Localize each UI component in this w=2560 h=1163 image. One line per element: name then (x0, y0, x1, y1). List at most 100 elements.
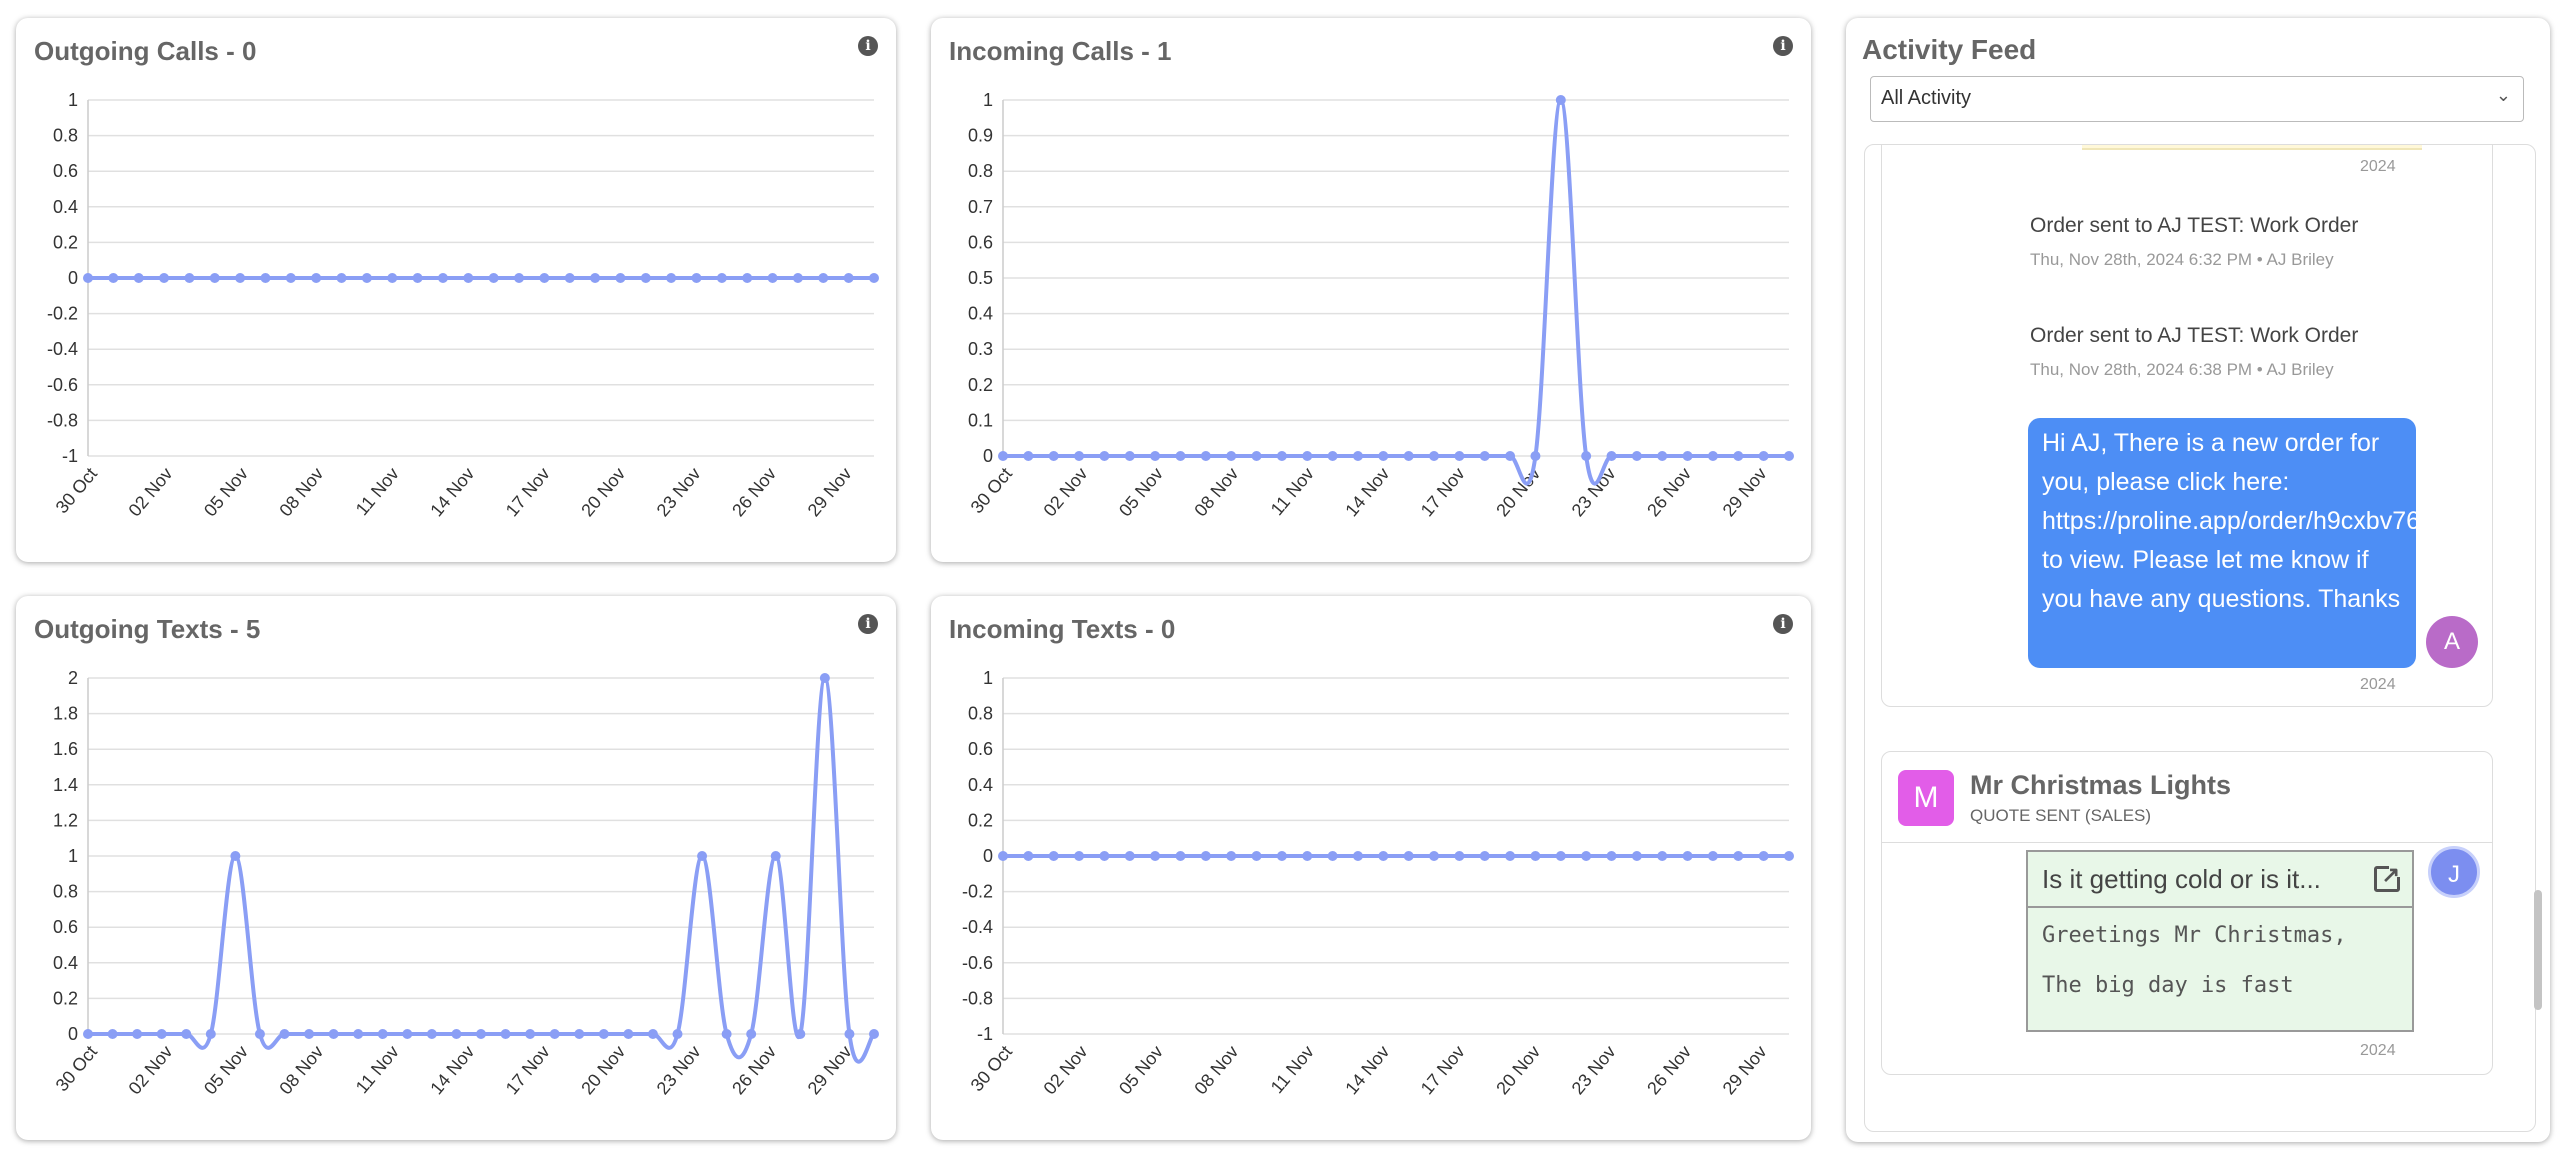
x-tick-label: 05 Nov (200, 1042, 252, 1099)
data-point (304, 1029, 315, 1039)
data-point (615, 273, 626, 283)
x-tick-label: 17 Nov (502, 1042, 554, 1099)
data-point (1352, 851, 1363, 861)
data-point (205, 1029, 216, 1039)
data-point (1454, 851, 1465, 861)
x-tick-label: 11 Nov (1267, 464, 1318, 520)
data-point (1505, 851, 1516, 861)
data-point (647, 1029, 658, 1039)
data-point (328, 1029, 339, 1039)
data-point (209, 273, 220, 283)
data-point (260, 273, 271, 283)
data-point (1505, 451, 1516, 461)
data-point (426, 1029, 437, 1039)
x-tick-label: 26 Nov (728, 464, 780, 521)
x-tick-label: 30 Oct (967, 464, 1016, 517)
y-tick-label: -0.4 (962, 917, 993, 937)
contact-name[interactable]: Mr Christmas Lights (1970, 770, 2231, 801)
y-tick-label: 0.2 (53, 988, 78, 1008)
data-point (770, 851, 781, 861)
data-point (1530, 851, 1541, 861)
data-point (1758, 451, 1769, 461)
data-point (746, 1029, 757, 1039)
x-tick-label: 08 Nov (275, 464, 327, 521)
outgoing-texts-chart: 2 1.8 1.6 1.4 1.2 1 0.8 0.6 0.4 0.2 030 Oct 02 Nov 0… (52, 668, 879, 1099)
data-point (1200, 451, 1211, 461)
data-point (998, 851, 1008, 861)
x-tick-label: 14 Nov (426, 464, 478, 521)
quote-body: Greetings Mr Christmas, The big day is f… (2028, 908, 2412, 1014)
x-tick-label: 02 Nov (1040, 464, 1092, 521)
contact-status: QUOTE SENT (SALES) (1970, 806, 2152, 825)
data-point (1784, 451, 1794, 461)
y-tick-label: 1 (68, 90, 78, 110)
scrollbar-thumb[interactable] (2534, 890, 2542, 1010)
activity-filter-value: All Activity (1881, 87, 1972, 109)
data-point (1479, 451, 1490, 461)
data-point (1200, 851, 1211, 861)
x-tick-label: 14 Nov (1341, 464, 1393, 521)
incoming-texts-card: Incoming Texts - 0 i 1 0.8 0.6 0.4 0.2 0 -0.2-… (931, 596, 1811, 1140)
x-tick-label: 29 Nov (1719, 1042, 1771, 1099)
y-tick-label: 2 (68, 668, 78, 688)
x-tick-label: 08 Nov (1190, 1042, 1242, 1099)
x-tick-label: 23 Nov (653, 464, 705, 521)
data-point (1175, 851, 1186, 861)
y-tick-label: 0.8 (968, 704, 993, 724)
x-tick-label: 26 Nov (728, 1042, 780, 1099)
data-point (1606, 851, 1617, 861)
y-tick-label: 1.6 (53, 739, 78, 759)
avatar: A (2426, 616, 2478, 668)
x-tick-label: 02 Nov (125, 464, 177, 521)
data-point (640, 273, 651, 283)
data-point (1555, 95, 1566, 105)
data-point (1581, 451, 1592, 461)
y-tick-label: -0.2 (47, 304, 78, 324)
data-point (1124, 451, 1135, 461)
outgoing-texts-card: Outgoing Texts - 5 i 2 1.8 1.6 1.4 1.2 1 0.8 0.… (16, 596, 896, 1140)
data-point (1479, 851, 1490, 861)
y-tick-label: -0.2 (962, 882, 993, 902)
order-sent-meta: Thu, Nov 28th, 2024 6:38 PM • AJ Briley (2030, 360, 2334, 379)
y-tick-label: 0.6 (53, 917, 78, 937)
data-point (1150, 851, 1161, 861)
data-point (235, 273, 246, 283)
data-point (590, 273, 601, 283)
data-point (1657, 851, 1668, 861)
note-preview (2082, 145, 2422, 150)
data-point (716, 273, 727, 283)
sent-message-bubble: Hi AJ, There is a new order for you, ple… (2028, 418, 2426, 668)
feed-scroll-area[interactable]: 2024 Order sent to AJ TEST: Work Order T… (1864, 144, 2536, 1132)
data-point (402, 1029, 413, 1039)
quote-body-line: Greetings Mr Christmas, (2042, 923, 2347, 948)
activity-filter-select[interactable]: All Activity ⌄ (1870, 76, 2524, 122)
data-point (184, 273, 195, 283)
data-point (1555, 851, 1566, 861)
data-point (1581, 851, 1592, 861)
contact-avatar: M (1898, 770, 1954, 826)
y-tick-label: 0.2 (968, 810, 993, 830)
data-point (1733, 851, 1744, 861)
data-point (1631, 851, 1642, 861)
data-point (1226, 851, 1237, 861)
data-point (1251, 451, 1262, 461)
outgoing-calls-card: Outgoing Calls - 0 i 1 0.8 0.6 0.4 0.2 0 -0.2-… (16, 18, 896, 562)
y-tick-label: 0 (983, 446, 993, 466)
data-point (1150, 451, 1161, 461)
y-tick-label: 0.8 (53, 126, 78, 146)
y-tick-label: 0.4 (968, 304, 993, 324)
data-point (1327, 451, 1338, 461)
series-line (87, 675, 876, 1064)
order-sent-text: Order sent to AJ TEST: Work Order (2030, 324, 2359, 347)
data-point (574, 1029, 585, 1039)
data-point (159, 273, 170, 283)
outgoing-calls-chart: 1 0.8 0.6 0.4 0.2 0 -0.2 -0.4 -0.6 -0.8 -130 Oct 02… (47, 90, 879, 521)
quote-email-card[interactable]: Is it getting cold or is it... ↗ Greetin… (2026, 850, 2414, 1032)
data-point (564, 273, 575, 283)
x-tick-label: 20 Nov (1492, 1042, 1544, 1099)
data-point (1023, 451, 1034, 461)
activity-feed-panel: Activity Feed All Activity ⌄ 2024 Order … (1846, 18, 2550, 1142)
avatar: J (2428, 846, 2480, 898)
x-tick-label: 02 Nov (125, 1042, 177, 1099)
y-tick-label: -1 (977, 1024, 993, 1044)
